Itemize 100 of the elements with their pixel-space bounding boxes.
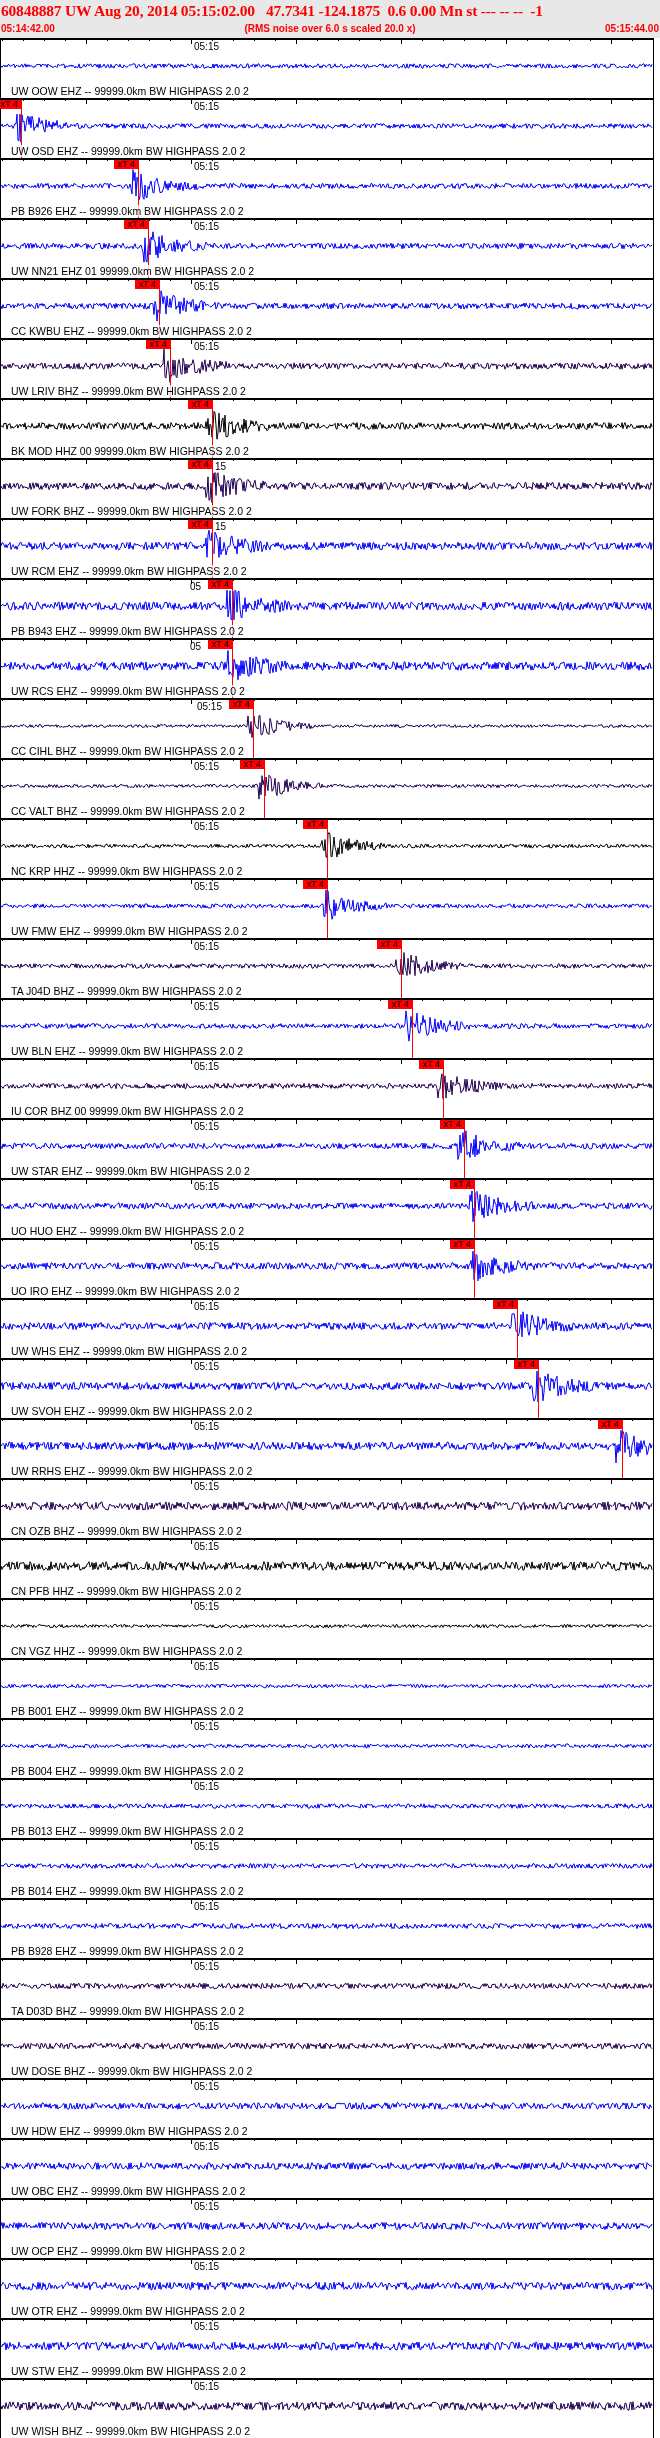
pick-label: xT 4 — [0, 100, 22, 109]
station-label: UW WISH BHZ -- 99999.0km BW HIGHPASS 2.0 2 — [11, 2425, 251, 2437]
station-label: UW RCS EHZ -- 99999.0km BW HIGHPASS 2.0 2 — [11, 685, 245, 697]
time-mark: 05:15 — [194, 1781, 220, 1792]
time-mark: 05:15 — [194, 341, 220, 352]
station-label: UW FMW EHZ -- 99999.0km BW HIGHPASS 2.0 2 — [11, 925, 248, 937]
time-mark: 05:15 — [194, 1541, 220, 1552]
pick-label: xT 4 — [376, 940, 402, 949]
time-mark: 05:15 — [194, 1901, 220, 1912]
time-mark: 05:15 — [194, 821, 220, 832]
time-mark: 05:15 — [194, 2321, 220, 2332]
scale-note: (RMS noise over 6.0 s scaled 20.0 x) — [244, 22, 416, 36]
time-mark: 05:15 — [194, 101, 220, 112]
station-label: UW WHS EHZ -- 99999.0km BW HIGHPASS 2.0 2 — [11, 1345, 248, 1357]
pick-label: xT 4 — [207, 640, 233, 649]
station-label: UW DOSE BHZ -- 99999.0km BW HIGHPASS 2.0 2 — [11, 2065, 253, 2077]
station-label: TA D03D BHZ -- 99999.0km BW HIGHPASS 2.0 2 — [11, 2005, 245, 2017]
pick-label: xT 4 — [187, 460, 213, 469]
station-label: UW RRHS EHZ -- 99999.0km BW HIGHPASS 2.0 2 — [11, 1465, 253, 1477]
time-mark: 05:15 — [194, 2381, 220, 2392]
station-label: CN VGZ HHZ -- 99999.0km BW HIGHPASS 2.0 2 — [11, 1645, 243, 1657]
station-label: CC KWBU EHZ -- 99999.0km BW HIGHPASS 2.0 2 — [11, 325, 252, 337]
station-label: TA J04D BHZ -- 99999.0km BW HIGHPASS 2.0 2 — [11, 985, 242, 997]
start-time: 05:14:42.00 — [1, 22, 55, 36]
station-label: UW LRIV BHZ -- 99999.0km BW HIGHPASS 2.0 2 — [11, 385, 246, 397]
station-label: PB B943 EHZ -- 99999.0km BW HIGHPASS 2.0 2 — [11, 625, 244, 637]
event-title: 60848887 UW Aug 20, 2014 05:15:02.00 47.7341 -124.1875 0.6 0.00 Mn st --- -- -- -1 — [0, 1, 544, 21]
pick-label: xT 4 — [187, 520, 213, 529]
pick-label: xT 4 — [449, 1180, 475, 1189]
time-mark: 05:15 — [194, 2261, 220, 2272]
pick-label: xT 4 — [113, 160, 139, 169]
time-mark: 05:15 — [194, 41, 220, 52]
pick-label: xT 4 — [302, 820, 328, 829]
station-label: BK MOD HHZ 00 99999.0km BW HIGHPASS 2.0 2 — [11, 445, 249, 457]
station-label: PB B004 EHZ -- 99999.0km BW HIGHPASS 2.0 2 — [11, 1765, 244, 1777]
pick-label: xT 4 — [597, 1420, 623, 1429]
time-mark: 05:15 — [194, 1841, 220, 1852]
time-mark: 05:15 — [194, 2141, 220, 2152]
time-mark: 05:15 — [194, 221, 220, 232]
pick-label: xT 4 — [387, 1000, 413, 1009]
time-mark: 05:15 — [194, 1421, 220, 1432]
pick-label: xT 4 — [228, 700, 254, 709]
time-mark: 05:15 — [194, 941, 220, 952]
station-label: UW NN21 EHZ 01 99999.0km BW HIGHPASS 2.0 2 — [11, 265, 255, 277]
station-label: UW OSD EHZ -- 99999.0km BW HIGHPASS 2.0 2 — [11, 145, 246, 157]
time-mark: 05:15 — [194, 761, 220, 772]
pick-label: xT 4 — [134, 280, 160, 289]
station-label: PB B926 EHZ -- 99999.0km BW HIGHPASS 2.0 2 — [11, 205, 244, 217]
time-mark: 05:15 — [194, 2201, 220, 2212]
time-mark: 05:15 — [194, 1241, 220, 1252]
station-label: UW FORK BHZ -- 99999.0km BW HIGHPASS 2.0 2 — [11, 505, 252, 517]
time-mark: 05:15 — [194, 1601, 220, 1612]
time-mark: 05:15 — [194, 1961, 220, 1972]
station-label: PB B928 EHZ -- 99999.0km BW HIGHPASS 2.0 2 — [11, 1945, 244, 1957]
station-label: CC VALT BHZ -- 99999.0km BW HIGHPASS 2.0 2 — [11, 805, 245, 817]
pick-label: xT 4 — [449, 1240, 475, 1249]
time-mark: 05:15 — [194, 1061, 220, 1072]
station-label: UO IRO EHZ -- 99999.0km BW HIGHPASS 2.0 2 — [11, 1285, 240, 1297]
time-mark: 05:15 — [196, 701, 222, 712]
pick-label: xT 4 — [123, 220, 149, 229]
station-label: UW OTR EHZ -- 99999.0km BW HIGHPASS 2.0 2 — [11, 2305, 245, 2317]
station-label: UW BLN EHZ -- 99999.0km BW HIGHPASS 2.0 2 — [11, 1045, 244, 1057]
time-mark: 15 — [215, 461, 227, 472]
time-mark: 05:15 — [194, 161, 220, 172]
station-label: UW OOW EHZ -- 99999.0km BW HIGHPASS 2.0 2 — [11, 85, 249, 97]
time-mark: 05:15 — [194, 2081, 220, 2092]
time-mark: 05:15 — [194, 881, 220, 892]
pick-label: xT 4 — [302, 880, 328, 889]
pick-label: xT 4 — [239, 760, 265, 769]
time-mark: 05:15 — [194, 281, 220, 292]
pick-label: xT 4 — [513, 1360, 539, 1369]
station-label: UW STW EHZ -- 99999.0km BW HIGHPASS 2.0 2 — [11, 2365, 246, 2377]
station-label: PB B001 EHZ -- 99999.0km BW HIGHPASS 2.0 2 — [11, 1705, 244, 1717]
station-label: UW OBC EHZ -- 99999.0km BW HIGHPASS 2.0 2 — [11, 2185, 246, 2197]
station-label: IU COR BHZ 00 99999.0km BW HIGHPASS 2.0 2 — [11, 1105, 244, 1117]
pick-label: xT 4 — [145, 340, 171, 349]
station-label: PB B014 EHZ -- 99999.0km BW HIGHPASS 2.0 2 — [11, 1885, 244, 1897]
station-label: UW STAR EHZ -- 99999.0km BW HIGHPASS 2.0 2 — [11, 1165, 250, 1177]
station-label: PB B013 EHZ -- 99999.0km BW HIGHPASS 2.0 2 — [11, 1825, 244, 1837]
station-label: UW HDW EHZ -- 99999.0km BW HIGHPASS 2.0 2 — [11, 2125, 248, 2137]
time-mark: 05:15 — [194, 1301, 220, 1312]
pick-label: xT 4 — [418, 1060, 444, 1069]
station-label: UO HUO EHZ -- 99999.0km BW HIGHPASS 2.0 2 — [11, 1225, 245, 1237]
pick-label: xT 4 — [207, 580, 233, 589]
time-mark: 05:15 — [194, 1661, 220, 1672]
pick-label: xT 4 — [492, 1300, 518, 1309]
station-label: UW RCM EHZ -- 99999.0km BW HIGHPASS 2.0 2 — [11, 565, 247, 577]
time-mark: 05:15 — [194, 1721, 220, 1732]
station-label: UW OCP EHZ -- 99999.0km BW HIGHPASS 2.0 2 — [11, 2245, 246, 2257]
pick-label: xT 4 — [439, 1120, 465, 1129]
end-time: 05:15:44.00 — [605, 22, 659, 36]
time-mark: 15 — [215, 521, 227, 532]
time-mark: 05:15 — [194, 2021, 220, 2032]
pick-label: xT 4 — [187, 400, 213, 409]
time-mark: 05:15 — [194, 1001, 220, 1012]
station-label: UW SVOH EHZ -- 99999.0km BW HIGHPASS 2.0 2 — [11, 1405, 253, 1417]
station-label: CC CIHL BHZ -- 99999.0km BW HIGHPASS 2.0 2 — [11, 745, 244, 757]
station-label: CN OZB BHZ -- 99999.0km BW HIGHPASS 2.0 2 — [11, 1525, 242, 1537]
time-mark: 05:15 — [194, 1181, 220, 1192]
station-label: NC KRP HHZ -- 99999.0km BW HIGHPASS 2.0 2 — [11, 865, 243, 877]
